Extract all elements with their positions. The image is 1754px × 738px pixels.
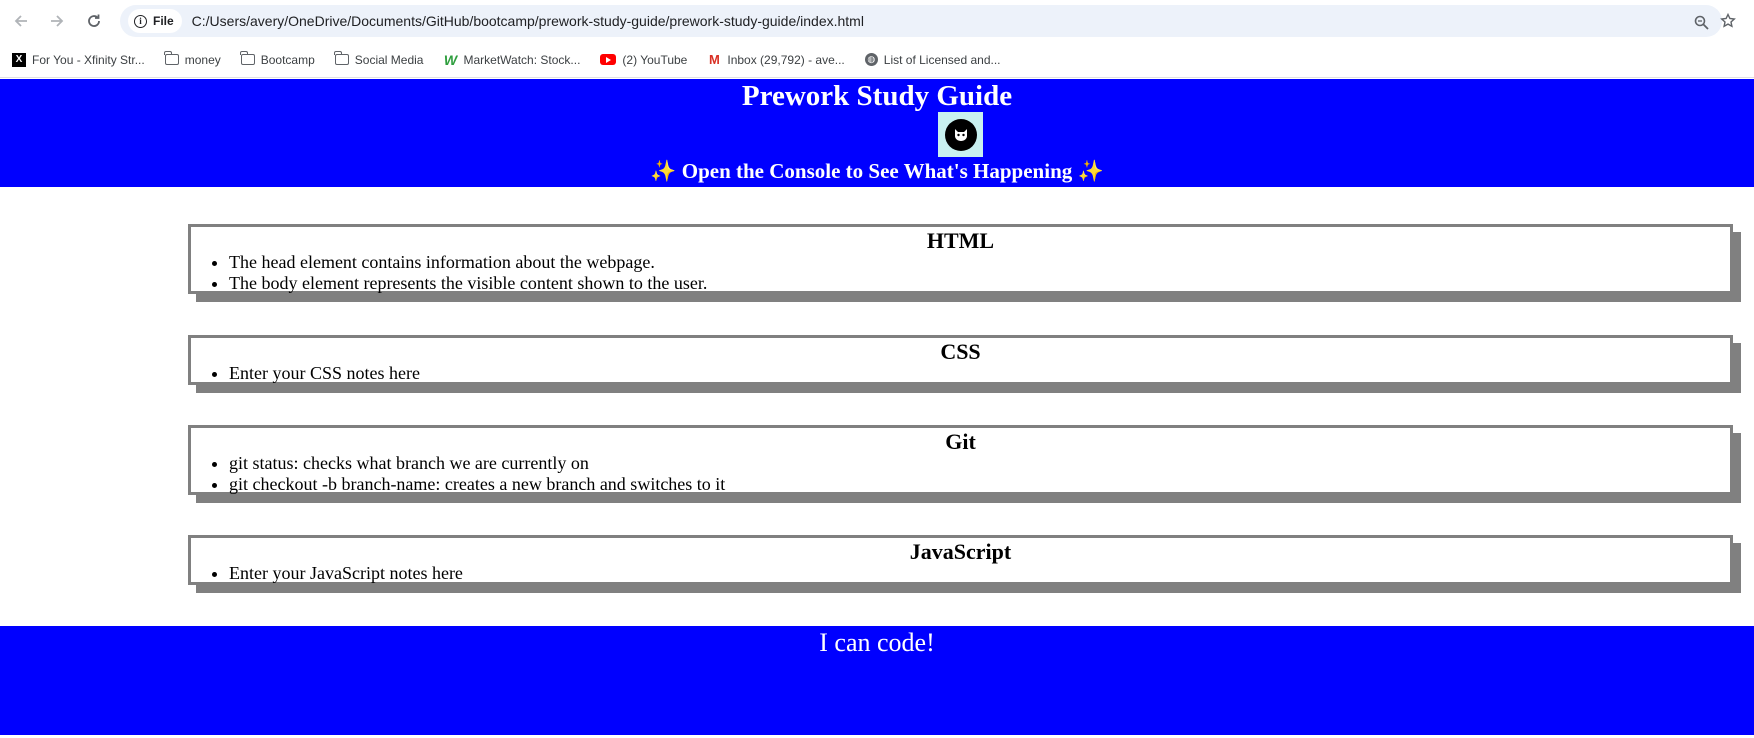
address-bar[interactable]: i File C:/Users/avery/OneDrive/Documents… (120, 5, 1736, 37)
zoom-icon[interactable] (1694, 15, 1709, 34)
site-info-label: File (153, 14, 174, 28)
section-title: CSS (940, 339, 981, 364)
avatar (938, 112, 983, 157)
bookmark-marketwatch[interactable]: W MarketWatch: Stock... (443, 51, 581, 68)
list-item: git checkout -b branch-name: creates a n… (229, 474, 1730, 495)
section-javascript: JavaScript Enter your JavaScript notes h… (188, 535, 1733, 585)
bookmark-bootcamp[interactable]: Bootcamp (240, 51, 315, 67)
github-cat-icon (944, 118, 977, 151)
bookmark-label: Bootcamp (260, 52, 315, 67)
x-icon: X (12, 52, 26, 67)
console-hint: ✨ Open the Console to See What's Happeni… (0, 159, 1754, 184)
bookmark-money[interactable]: money (164, 51, 221, 67)
section-title: JavaScript (909, 539, 1012, 564)
marketwatch-icon: W (443, 51, 458, 68)
sparkle-icon: ✨ (650, 159, 677, 183)
section-title: HTML (926, 228, 995, 253)
section-css: CSS Enter your CSS notes here (188, 335, 1733, 385)
page-title: Prework Study Guide (741, 80, 1013, 112)
url-text[interactable]: C:/Users/avery/OneDrive/Documents/GitHub… (192, 13, 864, 29)
list-item: Enter your JavaScript notes here (229, 563, 1730, 584)
info-icon: i (134, 14, 147, 28)
bookmark-xfinity[interactable]: X For You - Xfinity Str... (12, 52, 145, 67)
section-git: Git git status: checks what branch we ar… (188, 425, 1733, 495)
forward-icon[interactable] (46, 10, 68, 32)
bookmark-label: Inbox (29,792) - ave... (727, 52, 845, 67)
page-footer: I can code! (0, 626, 1754, 735)
notes-list: Enter your CSS notes here (229, 363, 1730, 384)
list-item: git status: checks what branch we are cu… (229, 453, 1730, 474)
notes-list: The head element contains information ab… (229, 252, 1730, 294)
bookmark-gmail[interactable]: M Inbox (29,792) - ave... (707, 52, 845, 67)
bookmark-label: Social Media (354, 52, 424, 67)
bookmark-label: money (184, 52, 221, 67)
star-icon[interactable] (1720, 12, 1736, 33)
site-info-chip[interactable]: i File (128, 9, 182, 33)
folder-icon (334, 51, 349, 65)
bookmark-label: MarketWatch: Stock... (463, 52, 581, 67)
gmail-icon: M (708, 52, 720, 67)
bookmark-licensed-list[interactable]: ◍ List of Licensed and... (864, 52, 1001, 67)
list-item: The body element represents the visible … (229, 273, 1730, 294)
bookmark-youtube[interactable]: (2) YouTube (600, 53, 687, 67)
notes-list: Enter your JavaScript notes here (229, 563, 1730, 584)
list-item: Enter your CSS notes here (229, 363, 1730, 384)
notes-list: git status: checks what branch we are cu… (229, 453, 1730, 495)
globe-icon: ◍ (864, 53, 878, 66)
bookmarks-bar: X For You - Xfinity Str... money Bootcam… (0, 42, 1754, 78)
reload-icon[interactable] (83, 10, 105, 32)
bookmark-label: List of Licensed and... (883, 52, 1001, 67)
section-title: Git (945, 429, 976, 454)
bookmark-label: (2) YouTube (622, 52, 688, 67)
bookmark-social-media[interactable]: Social Media (334, 51, 424, 67)
browser-toolbar: i File C:/Users/avery/OneDrive/Documents… (0, 0, 1754, 42)
youtube-icon (600, 54, 617, 65)
back-icon[interactable] (10, 10, 32, 32)
footer-text: I can code! (819, 628, 935, 657)
section-html: HTML The head element contains informati… (188, 224, 1733, 294)
console-hint-text: Open the Console to See What's Happening (681, 159, 1073, 183)
list-item: The head element contains information ab… (229, 252, 1730, 273)
bookmark-label: For You - Xfinity Str... (32, 52, 145, 67)
sparkle-icon: ✨ (1077, 159, 1104, 183)
hero-header: Prework Study Guide ✨ Open the Console t… (0, 79, 1754, 187)
folder-icon (240, 51, 255, 65)
page-content: Prework Study Guide ✨ Open the Console t… (0, 79, 1754, 738)
folder-icon (164, 51, 179, 65)
